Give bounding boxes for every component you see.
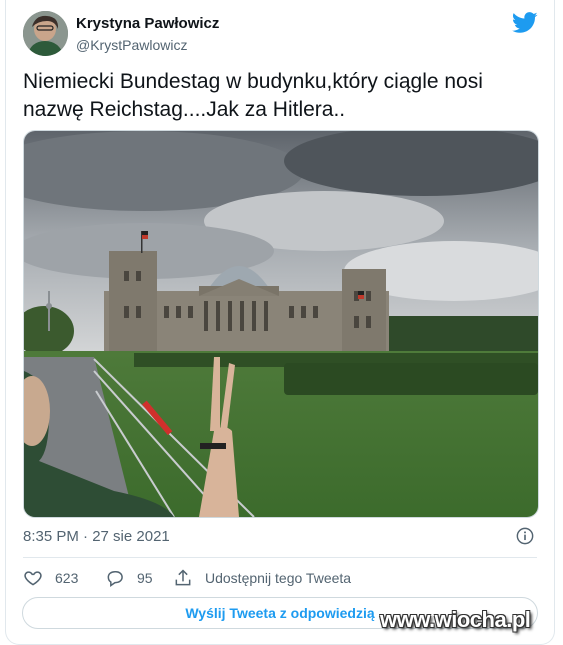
divider <box>23 557 537 558</box>
share-label: Udostępnij tego Tweeta <box>205 570 352 586</box>
tweet-text: Niemiecki Bundestag w budynku,który ciąg… <box>23 70 483 121</box>
tweet-photo[interactable] <box>23 130 539 518</box>
author-handle[interactable]: @KrystPawlowicz <box>76 37 187 53</box>
reply-count: 95 <box>137 570 153 586</box>
watermark: www.wiocha.pl <box>380 607 531 632</box>
comment-icon <box>107 571 123 587</box>
like-count: 623 <box>55 570 79 586</box>
share-button[interactable]: Udostępnij tego Tweeta <box>173 568 351 588</box>
avatar[interactable] <box>23 11 68 56</box>
tweet-timestamp[interactable]: 8:35 PM · 27 sie 2021 <box>23 528 170 545</box>
reply-count-button[interactable]: 95 <box>105 568 153 588</box>
info-icon[interactable] <box>516 527 534 545</box>
action-bar: 623 95 Udostępnij tego Tweeta <box>23 568 537 588</box>
like-button[interactable]: 623 <box>23 568 78 588</box>
author-name[interactable]: Krystyna Pawłowicz <box>76 15 219 32</box>
twitter-bird-icon[interactable] <box>512 12 538 34</box>
share-icon <box>175 569 191 586</box>
heart-icon <box>24 571 42 586</box>
